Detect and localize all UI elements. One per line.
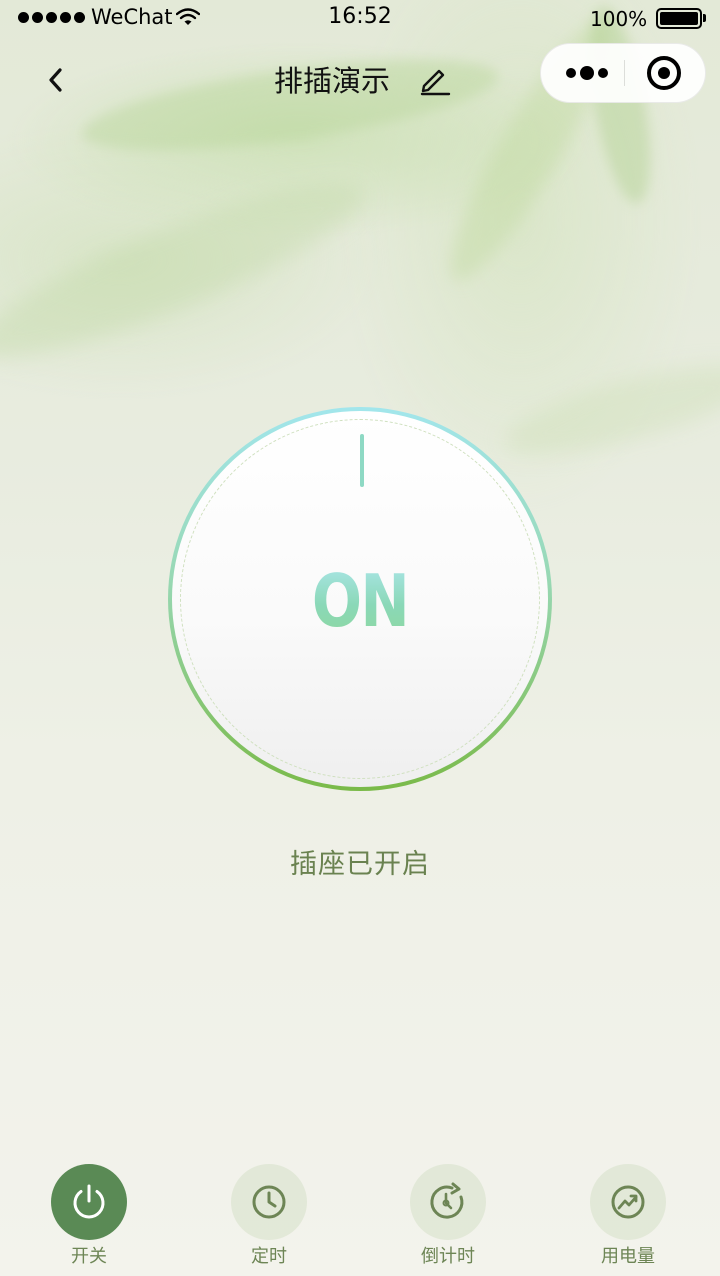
tab-label: 定时 bbox=[251, 1246, 287, 1267]
dial-indicator bbox=[360, 434, 364, 487]
battery-tip bbox=[703, 14, 706, 22]
tab-timer-circle bbox=[231, 1164, 307, 1240]
tab-switch-circle bbox=[51, 1164, 127, 1240]
dial-face: ON bbox=[172, 411, 548, 787]
mini-program-capsule bbox=[540, 43, 706, 103]
tab-label: 开关 bbox=[71, 1246, 107, 1267]
more-button[interactable] bbox=[559, 44, 615, 102]
tab-power-usage-circle bbox=[590, 1164, 666, 1240]
pencil-icon bbox=[420, 69, 451, 96]
tab-label: 倒计时 bbox=[421, 1246, 475, 1267]
edit-title-button[interactable] bbox=[418, 62, 452, 96]
socket-status-text: 插座已开启 bbox=[290, 849, 430, 880]
close-mini-program-button[interactable] bbox=[647, 56, 681, 90]
tab-countdown-circle bbox=[410, 1164, 486, 1240]
tab-countdown[interactable]: 倒计时 bbox=[388, 1158, 508, 1276]
status-bar: WeChat 16:52 100% bbox=[0, 0, 720, 36]
tab-switch[interactable]: 开关 bbox=[29, 1158, 149, 1276]
battery-icon bbox=[656, 8, 702, 29]
countdown-icon bbox=[430, 1182, 464, 1219]
tab-label: 用电量 bbox=[601, 1246, 655, 1267]
tab-power-usage[interactable]: 用电量 bbox=[568, 1158, 688, 1276]
battery-percent: 100% bbox=[590, 7, 648, 31]
clock-icon bbox=[252, 1185, 286, 1219]
dial-state-label: ON bbox=[206, 559, 514, 643]
background-leaf bbox=[0, 154, 380, 386]
capsule-divider bbox=[624, 60, 625, 86]
tab-timer[interactable]: 定时 bbox=[209, 1158, 329, 1276]
chart-trend-icon bbox=[611, 1185, 645, 1219]
background-leaf bbox=[496, 347, 720, 473]
power-dial-button[interactable]: ON bbox=[168, 407, 552, 791]
power-icon bbox=[73, 1184, 105, 1219]
bottom-tab-bar: 开关 定时 倒计时 用电量 bbox=[0, 1158, 720, 1276]
